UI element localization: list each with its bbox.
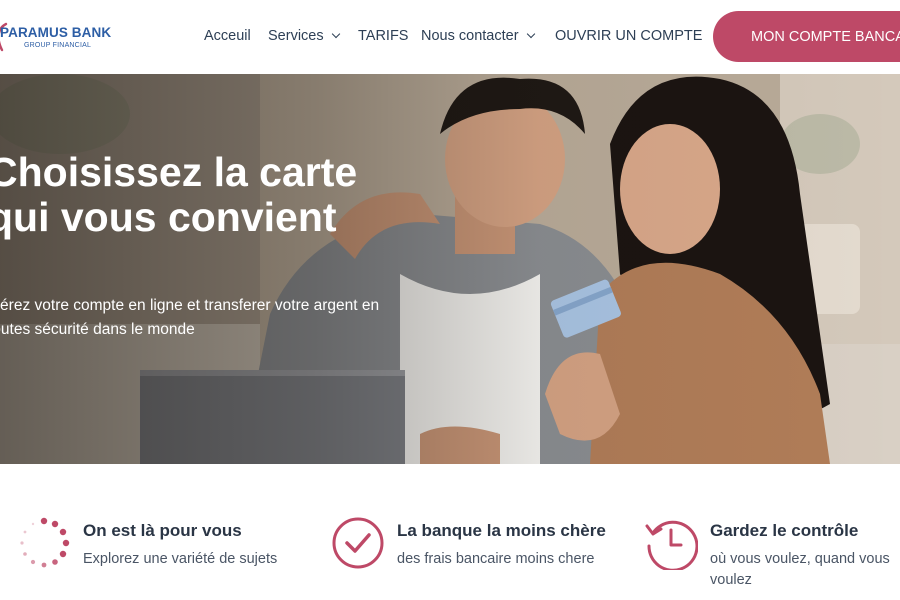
hero-banner: Choisissez la carte qui vous convient Gé… — [0, 74, 900, 464]
nav-label: Acceuil — [204, 28, 251, 44]
chevron-down-icon — [331, 29, 340, 39]
features-section: On est là pour vous Explorez une variété… — [0, 464, 900, 600]
chevron-down-icon — [526, 29, 535, 39]
nav-label: TARIFS — [358, 28, 409, 44]
nav-label: Services — [268, 28, 324, 44]
site-header: PARAMUS BANK GROUP FINANCIAL Acceuil Ser… — [0, 0, 900, 74]
brand-logo[interactable]: PARAMUS BANK GROUP FINANCIAL — [0, 20, 114, 60]
nav-item-ouvrir-un-compte[interactable]: OUVRIR UN COMPTE — [555, 28, 702, 44]
hero-overlay — [0, 74, 900, 464]
nav-item-acceuil[interactable]: Acceuil — [204, 28, 251, 44]
feature-title: On est là pour vous — [83, 521, 242, 540]
brand-name: PARAMUS BANK — [0, 25, 112, 40]
feature-description: où vous voulez, quand vous voulez — [710, 551, 890, 588]
hero-title: Choisissez la carte qui vous convient — [0, 149, 358, 240]
brand-tagline: GROUP FINANCIAL — [24, 42, 92, 49]
feature-description: Explorez une variété de sujets — [83, 551, 278, 567]
loading-dots-icon — [20, 517, 70, 568]
history-clock-icon — [645, 520, 698, 570]
nav-item-services[interactable]: Services — [268, 28, 340, 44]
account-cta-button[interactable]: MON COMPTE BANCAIRE — [713, 11, 900, 62]
nav-item-tarifs[interactable]: TARIFS — [358, 28, 408, 44]
feature-description: des frais bancaire moins chere — [397, 551, 595, 567]
feature-title: Gardez le contrôle — [710, 521, 859, 540]
check-circle-icon — [332, 517, 384, 569]
nav-label: OUVRIR UN COMPTE — [555, 28, 703, 44]
nav-item-nous-contacter[interactable]: Nous contacter — [421, 28, 535, 44]
nav-label: Nous contacter — [421, 28, 519, 44]
hero-subtitle: Gérez votre compte en ligne et transfere… — [0, 297, 380, 338]
feature-title: La banque la moins chère — [397, 521, 606, 540]
